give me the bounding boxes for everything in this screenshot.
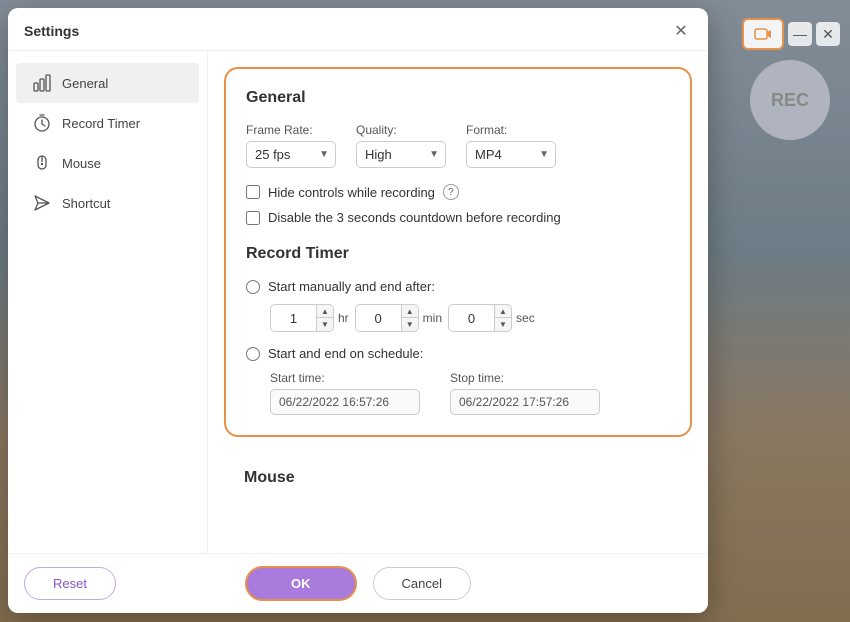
send-icon [32, 193, 52, 213]
min-unit-label: min [423, 311, 442, 325]
dialog-close-button[interactable]: ✕ [670, 20, 692, 42]
general-section-title: General [246, 89, 670, 107]
mouse-section-title: Mouse [244, 469, 672, 487]
sec-spinner-buttons: ▲ ▼ [494, 305, 511, 331]
quality-select[interactable]: Low Medium High Lossless [356, 141, 446, 168]
quality-label: Quality: [356, 123, 446, 137]
manual-radio-row: Start manually and end after: [246, 279, 670, 294]
general-section: General Frame Rate: 15 fps 20 fps 25 fps… [246, 89, 670, 225]
min-spinner-buttons: ▲ ▼ [401, 305, 418, 331]
min-down-button[interactable]: ▼ [402, 318, 418, 331]
manual-timer-label[interactable]: Start manually and end after: [268, 279, 435, 294]
settings-dialog: Settings ✕ General [8, 8, 708, 613]
rec-widget-camera-button[interactable] [742, 18, 784, 50]
dialog-title: Settings [24, 23, 79, 39]
clock-icon [32, 113, 52, 133]
start-time-input[interactable] [270, 389, 420, 415]
rec-widget-close-button[interactable]: ✕ [816, 22, 840, 46]
rec-widget: — ✕ [742, 18, 840, 50]
camera-icon [753, 24, 773, 44]
disable-countdown-label[interactable]: Disable the 3 seconds countdown before r… [268, 210, 561, 225]
settings-row: Frame Rate: 15 fps 20 fps 25 fps 30 fps … [246, 123, 670, 168]
rec-widget-minimize-button[interactable]: — [788, 22, 812, 46]
reset-button[interactable]: Reset [24, 567, 116, 600]
rec-circle: REC [750, 60, 830, 140]
disable-countdown-row: Disable the 3 seconds countdown before r… [246, 210, 670, 225]
hide-controls-row: Hide controls while recording ? [246, 184, 670, 200]
frame-rate-field: Frame Rate: 15 fps 20 fps 25 fps 30 fps … [246, 123, 336, 168]
sec-up-button[interactable]: ▲ [495, 305, 511, 318]
manual-timer-radio[interactable] [246, 280, 260, 294]
format-select[interactable]: MP4 MOV AVI GIF [466, 141, 556, 168]
start-time-field: Start time: [270, 371, 420, 415]
hr-up-button[interactable]: ▲ [317, 305, 333, 318]
stop-time-input[interactable] [450, 389, 600, 415]
dialog-footer: Reset OK Cancel [8, 553, 708, 613]
ok-button[interactable]: OK [245, 566, 357, 601]
format-field: Format: MP4 MOV AVI GIF ▼ [466, 123, 556, 168]
sidebar: General Record Timer [8, 51, 208, 553]
schedule-radio-row: Start and end on schedule: [246, 346, 670, 361]
dialog-body: General Record Timer [8, 51, 708, 553]
sidebar-label-mouse: Mouse [62, 156, 101, 171]
timer-inputs: ▲ ▼ hr ▲ ▼ [270, 304, 670, 332]
hr-spinner: ▲ ▼ [270, 304, 334, 332]
stop-time-label: Stop time: [450, 371, 600, 385]
frame-rate-select[interactable]: 15 fps 20 fps 25 fps 30 fps 60 fps [246, 141, 336, 168]
format-label: Format: [466, 123, 556, 137]
hr-spinner-buttons: ▲ ▼ [316, 305, 333, 331]
frame-rate-select-wrapper: 15 fps 20 fps 25 fps 30 fps 60 fps ▼ [246, 141, 336, 168]
sidebar-label-record-timer: Record Timer [62, 116, 140, 131]
sec-unit-label: sec [516, 311, 535, 325]
min-input-group: ▲ ▼ min [355, 304, 442, 332]
min-input[interactable] [356, 307, 401, 330]
main-content: General Frame Rate: 15 fps 20 fps 25 fps… [208, 51, 708, 553]
stop-time-field: Stop time: [450, 371, 600, 415]
quality-field: Quality: Low Medium High Lossless ▼ [356, 123, 446, 168]
sidebar-label-general: General [62, 76, 108, 91]
cancel-button[interactable]: Cancel [373, 567, 471, 600]
min-spinner: ▲ ▼ [355, 304, 419, 332]
schedule-inputs: Start time: Stop time: [270, 371, 670, 415]
hide-controls-help-icon[interactable]: ? [443, 184, 459, 200]
hr-unit-label: hr [338, 311, 349, 325]
sec-input-group: ▲ ▼ sec [448, 304, 535, 332]
sidebar-item-shortcut[interactable]: Shortcut [16, 183, 199, 223]
chart-icon [32, 73, 52, 93]
schedule-timer-label[interactable]: Start and end on schedule: [268, 346, 423, 361]
format-select-wrapper: MP4 MOV AVI GIF ▼ [466, 141, 556, 168]
schedule-timer-radio[interactable] [246, 347, 260, 361]
sidebar-item-general[interactable]: General [16, 63, 199, 103]
dialog-header: Settings ✕ [8, 8, 708, 51]
record-timer-title: Record Timer [246, 245, 670, 263]
hide-controls-label[interactable]: Hide controls while recording [268, 185, 435, 200]
sec-input[interactable] [449, 307, 494, 330]
min-up-button[interactable]: ▲ [402, 305, 418, 318]
hr-input-group: ▲ ▼ hr [270, 304, 349, 332]
sidebar-item-mouse[interactable]: Mouse [16, 143, 199, 183]
sec-spinner: ▲ ▼ [448, 304, 512, 332]
sidebar-item-record-timer[interactable]: Record Timer [16, 103, 199, 143]
quality-select-wrapper: Low Medium High Lossless ▼ [356, 141, 446, 168]
sidebar-label-shortcut: Shortcut [62, 196, 110, 211]
start-time-label: Start time: [270, 371, 420, 385]
sec-down-button[interactable]: ▼ [495, 318, 511, 331]
mouse-icon [32, 153, 52, 173]
frame-rate-label: Frame Rate: [246, 123, 336, 137]
disable-countdown-checkbox[interactable] [246, 211, 260, 225]
record-timer-section: Record Timer Start manually and end afte… [246, 245, 670, 415]
hr-down-button[interactable]: ▼ [317, 318, 333, 331]
hide-controls-checkbox[interactable] [246, 185, 260, 199]
mouse-section-stub: Mouse [224, 449, 692, 507]
hr-input[interactable] [271, 307, 316, 330]
content-panel: General Frame Rate: 15 fps 20 fps 25 fps… [224, 67, 692, 437]
